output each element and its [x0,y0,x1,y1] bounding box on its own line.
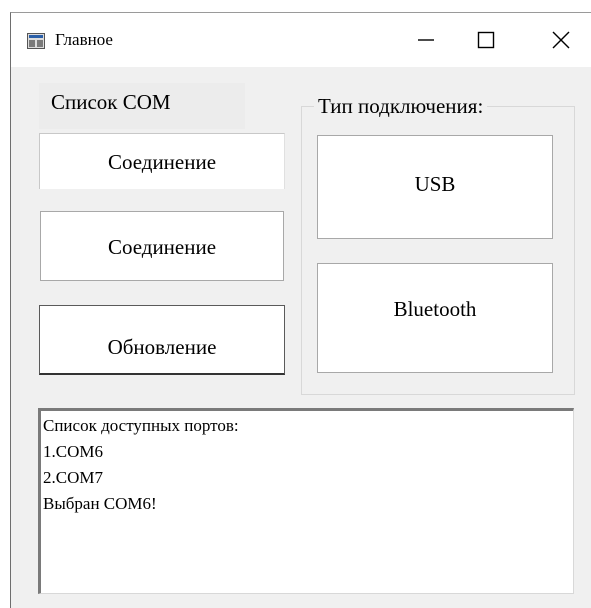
connect-button-1[interactable]: Соединение [39,133,285,189]
log-line: 1.COM6 [43,442,103,461]
log-line: 2.COM7 [43,468,103,487]
close-icon [552,31,570,49]
app-window-icon [27,33,45,49]
connect-button-2[interactable]: Соединение [40,211,284,281]
minimize-icon [418,39,434,41]
minimize-button[interactable] [396,13,456,67]
maximize-button[interactable] [456,13,516,67]
connection-type-legend: Тип подключения: [314,93,488,119]
log-line: Выбран COM6! [43,494,157,513]
maximize-icon [477,31,495,49]
close-button[interactable] [531,13,591,67]
port-log-textbox[interactable]: Список доступных портов: 1.COM6 2.COM7 В… [38,408,574,594]
update-button-label: Обновление [107,335,217,359]
bluetooth-button[interactable]: Bluetooth [317,263,553,373]
update-button[interactable]: Обновление [39,305,285,375]
window-title: Главное [55,30,113,49]
log-line: Список доступных портов: [43,416,239,435]
usb-button[interactable]: USB [317,135,553,239]
com-list-label: Список COM [39,83,245,129]
title-bar[interactable]: Главное [11,13,591,67]
main-window: Главное Список COM Соединение Соединение… [10,12,591,608]
